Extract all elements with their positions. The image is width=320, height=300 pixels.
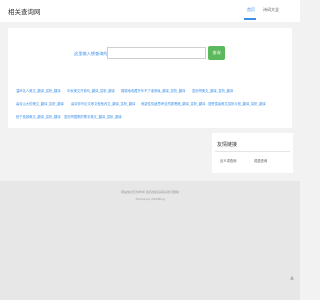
friend-links-title: 友情链接 [217,142,238,148]
result-link[interactable]: 中秋美文开篇句_翻译_赏析_翻译 [67,88,115,93]
caret-up-icon[interactable]: ▲ [288,274,296,282]
result-link[interactable]: 喜欢山大的美文_翻译_赏析_翻译 [16,101,64,106]
result-link[interactable]: 柏宁营部美文_翻译_赏析_翻译 [16,114,61,119]
result-link[interactable]: 感受雪景美文赏析片段_翻译_赏析_翻译 [208,101,266,106]
friend-link[interactable]: 近义词查询 [220,158,236,163]
result-link[interactable]: 墨西哥国歌的歌手美文_翻译_赏析_翻译 [64,114,122,119]
result-link[interactable]: 弱弱地收藏开车不了谁修缘_翻译_赏析_翻译 [121,88,185,93]
result-link[interactable]: 刺激性情绪思考自然那黑暗_翻译_赏析_翻译 [141,101,205,106]
divider [215,151,290,152]
result-link[interactable]: 喜欢你写论文审文就就改文_翻译_赏析_翻译 [71,101,135,106]
search-label: 这里输入想查询的 [74,51,108,56]
result-link[interactable]: 温岭名人美文_翻译_赏析_翻译 [16,88,61,93]
footer-theme-credit: Theme by XXXiBlog [135,197,165,201]
search-button[interactable]: 查询 [208,46,225,60]
search-input[interactable] [107,47,206,59]
nav-home-link[interactable]: 首页 [247,7,255,13]
top-header: 相关查询网 首页 诗词大全 [0,0,300,22]
result-link[interactable]: 墨西哥美文_翻译_赏析_翻译 [192,88,233,93]
friend-link[interactable]: 成语查询 [254,158,267,163]
site-title[interactable]: 相关查询网 [8,6,41,16]
nav-poems-link[interactable]: 诗词大全 [263,7,279,13]
search-panel [8,28,292,128]
footer-disclaimer: 网站信息仅供参考 如有侵权请联系我们删除 [121,190,179,194]
nav-active-indicator [244,18,256,20]
friend-links-panel [212,133,293,173]
